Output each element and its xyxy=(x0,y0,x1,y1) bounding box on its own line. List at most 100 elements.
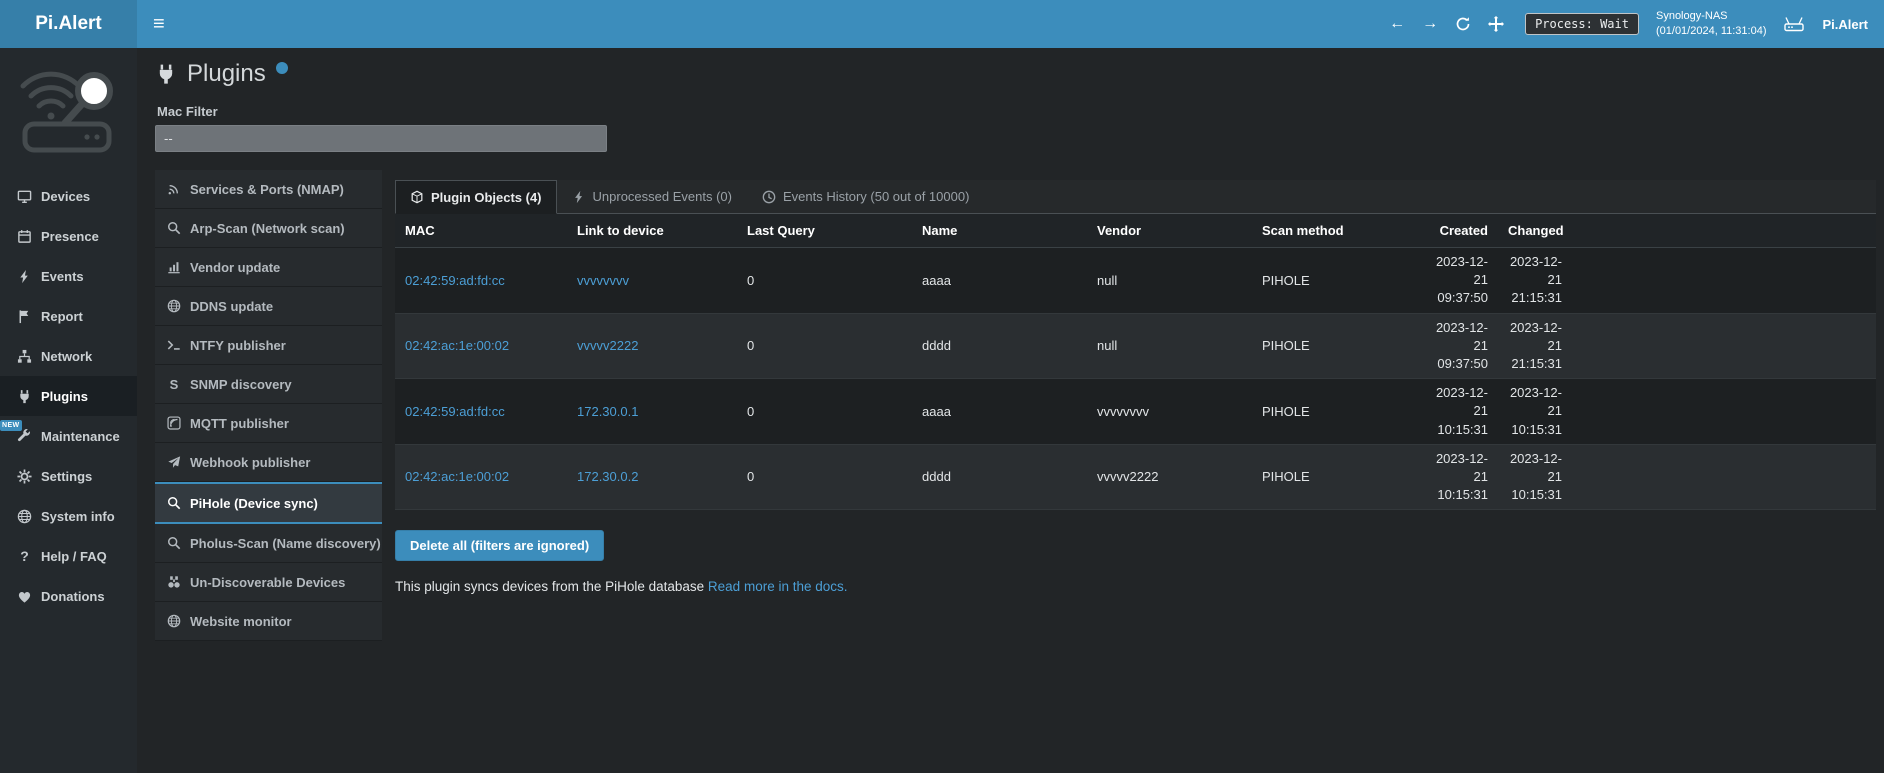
sidebar-item-network[interactable]: Network xyxy=(0,336,137,376)
gear-icon xyxy=(17,469,32,484)
device-link[interactable]: 172.30.0.1 xyxy=(577,404,638,419)
plugin-nav-item-pihole[interactable]: PiHole (Device sync) xyxy=(155,482,382,524)
app-shell: Devices Presence Events Report Network P… xyxy=(0,48,1884,773)
table-row: 02:42:ac:1e:00:02 vvvvv2222 0 dddd null … xyxy=(395,313,1876,379)
cube-icon xyxy=(410,190,424,204)
tab-plugin-objects[interactable]: Plugin Objects (4) xyxy=(395,180,557,214)
calendar-icon xyxy=(17,229,32,244)
device-link[interactable]: vvvvv2222 xyxy=(577,338,638,353)
sidebar-item-settings[interactable]: Settings xyxy=(0,456,137,496)
plugin-nav-item-webhook-publisher[interactable]: Webhook publisher xyxy=(155,443,382,482)
sidebar-item-label: Network xyxy=(41,349,92,364)
cell-vendor: vvvvvvvv xyxy=(1087,379,1252,445)
sidebar-item-devices[interactable]: Devices xyxy=(0,176,137,216)
flag-icon xyxy=(17,309,32,324)
cell-created: 2023-12-2110:15:31 xyxy=(1420,379,1498,445)
plugin-nav-item-website-monitor[interactable]: Website monitor xyxy=(155,602,382,641)
move-icon[interactable] xyxy=(1488,16,1504,32)
cell-mac: 02:42:59:ad:fd:cc xyxy=(395,379,567,445)
monitor-icon xyxy=(17,189,32,204)
sidebar-item-system-info[interactable]: System info xyxy=(0,496,137,536)
table-row: 02:42:ac:1e:00:02 172.30.0.2 0 dddd vvvv… xyxy=(395,444,1876,510)
mac-link[interactable]: 02:42:ac:1e:00:02 xyxy=(405,338,509,353)
plugin-nav-label: SNMP discovery xyxy=(190,377,292,392)
cell-changed: 2023-12-2121:15:31 xyxy=(1498,313,1572,379)
cell-changed: 2023-12-2121:15:31 xyxy=(1498,248,1572,314)
cell-link: vvvvv2222 xyxy=(567,313,737,379)
docs-link[interactable]: Read more in the docs. xyxy=(708,579,848,594)
sidebar-item-events[interactable]: Events xyxy=(0,256,137,296)
mac-filter-label: Mac Filter xyxy=(155,104,1884,119)
refresh-icon[interactable] xyxy=(1455,16,1471,32)
forward-icon[interactable]: → xyxy=(1422,16,1438,32)
app-logo[interactable]: Pi.Alert xyxy=(0,0,137,48)
mac-link[interactable]: 02:42:59:ad:fd:cc xyxy=(405,273,505,288)
device-link[interactable]: vvvvvvvv xyxy=(577,273,629,288)
bolt-icon xyxy=(572,190,586,204)
plugin-objects-table: MAC Link to device Last Query Name Vendo… xyxy=(395,214,1876,510)
plugin-nav: Services & Ports (NMAP) Arp-Scan (Networ… xyxy=(155,170,382,641)
plugin-nav-item-ddns-update[interactable]: DDNS update xyxy=(155,287,382,326)
bolt-icon xyxy=(17,269,32,284)
plugin-nav-item-nmap[interactable]: Services & Ports (NMAP) xyxy=(155,170,382,209)
col-name: Name xyxy=(912,214,1087,248)
page-header: Plugins xyxy=(155,60,1884,88)
plugin-nav-label: Vendor update xyxy=(190,260,280,275)
cell-changed: 2023-12-2110:15:31 xyxy=(1498,444,1572,510)
search-icon xyxy=(167,536,181,550)
sidebar-item-report[interactable]: Report xyxy=(0,296,137,336)
col-scan-method: Scan method xyxy=(1252,214,1420,248)
navbar-right: ← → Process: Wait Synology-NAS (01/01/20… xyxy=(1389,9,1868,39)
sidebar-item-plugins[interactable]: Plugins xyxy=(0,376,137,416)
table-row: 02:42:59:ad:fd:cc 172.30.0.1 0 aaaa vvvv… xyxy=(395,379,1876,445)
mac-link[interactable]: 02:42:59:ad:fd:cc xyxy=(405,404,505,419)
tab-events-history[interactable]: Events History (50 out of 10000) xyxy=(747,180,984,213)
col-last-query: Last Query xyxy=(737,214,912,248)
device-link[interactable]: 172.30.0.2 xyxy=(577,469,638,484)
plugin-nav-label: Arp-Scan (Network scan) xyxy=(190,221,345,236)
delete-all-button[interactable]: Delete all (filters are ignored) xyxy=(395,530,604,561)
cell-link: 172.30.0.2 xyxy=(567,444,737,510)
plug-icon xyxy=(155,63,177,85)
clock-icon xyxy=(762,190,776,204)
tab-unprocessed-events[interactable]: Unprocessed Events (0) xyxy=(557,180,747,213)
sidebar-item-donations[interactable]: Donations xyxy=(0,576,137,616)
content-columns: Services & Ports (NMAP) Arp-Scan (Networ… xyxy=(155,170,1884,641)
cell-link: 172.30.0.1 xyxy=(567,379,737,445)
cell-name: aaaa xyxy=(912,379,1087,445)
mac-filter-input[interactable] xyxy=(155,125,607,152)
back-icon[interactable]: ← xyxy=(1389,16,1405,32)
cell-mac: 02:42:59:ad:fd:cc xyxy=(395,248,567,314)
search-icon xyxy=(167,221,181,235)
top-bar: Pi.Alert ≡ ← → Process: Wait Synology-NA… xyxy=(0,0,1884,48)
globe-icon xyxy=(167,614,181,628)
mac-link[interactable]: 02:42:ac:1e:00:02 xyxy=(405,469,509,484)
plugin-nav-item-undiscoverable-devices[interactable]: Un-Discoverable Devices xyxy=(155,563,382,602)
sidebar-item-label: Devices xyxy=(41,189,90,204)
chart-icon xyxy=(167,260,181,274)
plugin-nav-item-snmp-discovery[interactable]: S SNMP discovery xyxy=(155,365,382,404)
col-created: Created xyxy=(1420,214,1498,248)
host-info: Synology-NAS (01/01/2024, 11:31:04) xyxy=(1656,9,1767,39)
process-status-badge: Process: Wait xyxy=(1525,13,1639,35)
menu-icon[interactable]: ≡ xyxy=(153,14,165,34)
heart-icon xyxy=(17,589,32,604)
new-badge: NEW xyxy=(0,420,22,431)
info-badge[interactable] xyxy=(276,62,288,74)
sidebar-item-maintenance[interactable]: NEW Maintenance xyxy=(0,416,137,456)
sidebar-item-presence[interactable]: Presence xyxy=(0,216,137,256)
user-menu[interactable]: Pi.Alert xyxy=(1822,17,1868,32)
plugin-nav-item-pholus-scan[interactable]: Pholus-Scan (Name discovery) xyxy=(155,524,382,563)
plugin-nav-item-mqtt-publisher[interactable]: MQTT publisher xyxy=(155,404,382,443)
plugin-nav-item-vendor-update[interactable]: Vendor update xyxy=(155,248,382,287)
terminal-icon xyxy=(167,338,181,352)
plugin-nav-item-ntfy-publisher[interactable]: NTFY publisher xyxy=(155,326,382,365)
sidebar-item-label: System info xyxy=(41,509,115,524)
cell-name: aaaa xyxy=(912,248,1087,314)
tab-bar: Plugin Objects (4) Unprocessed Events (0… xyxy=(395,180,1876,214)
tab-label: Plugin Objects (4) xyxy=(431,190,542,205)
snmp-icon: S xyxy=(167,377,181,392)
sidebar-item-help-faq[interactable]: ? Help / FAQ xyxy=(0,536,137,576)
plugin-nav-item-arp-scan[interactable]: Arp-Scan (Network scan) xyxy=(155,209,382,248)
sidebar-item-label: Events xyxy=(41,269,84,284)
